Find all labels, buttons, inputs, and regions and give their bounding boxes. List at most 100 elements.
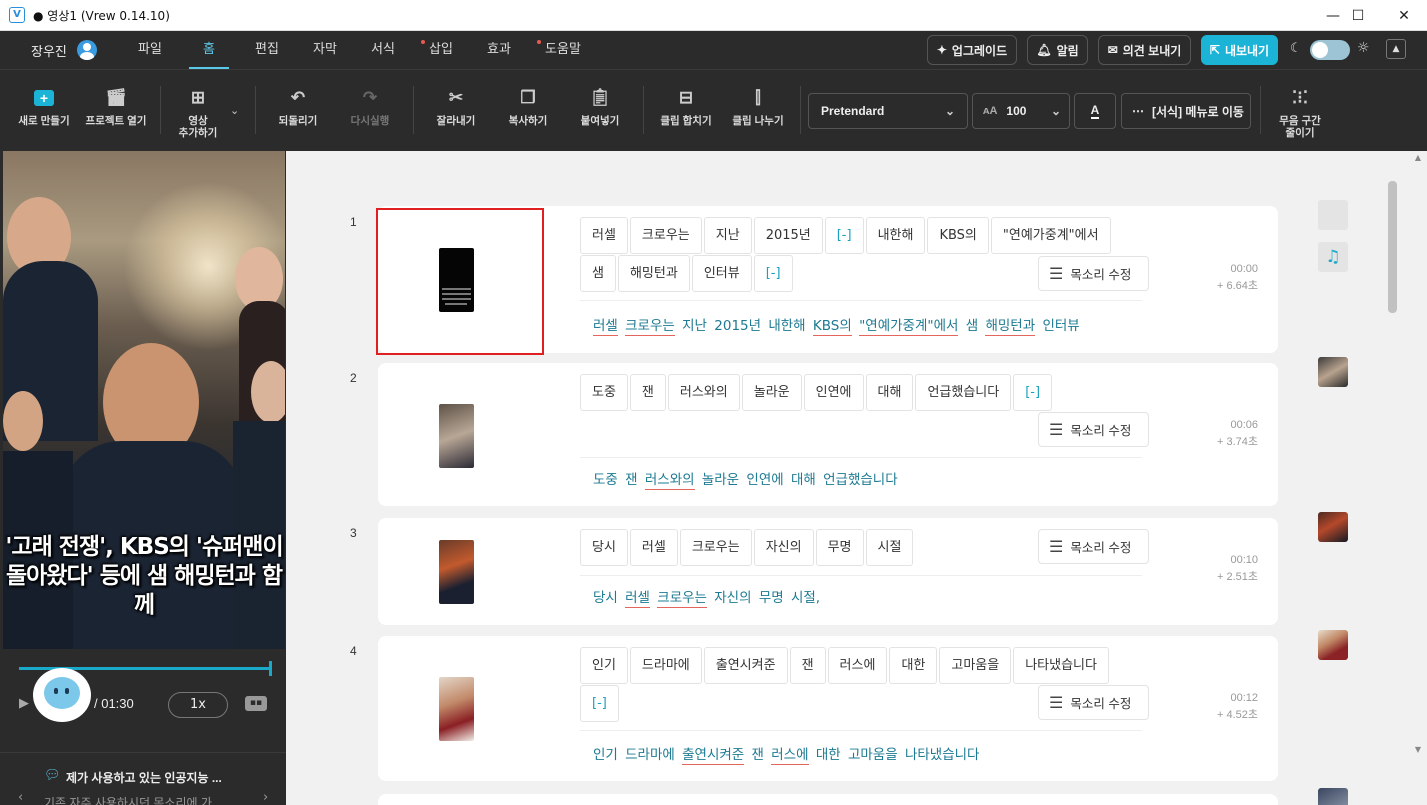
chatbot-button[interactable] (33, 668, 91, 722)
word-chip[interactable]: 지난 (703, 217, 752, 254)
close-button[interactable]: ✕ (1381, 0, 1427, 31)
redo-button[interactable]: ↷ 다시실행 (342, 88, 398, 127)
word-chip[interactable]: 잰 (629, 374, 666, 411)
alerts-button[interactable]: 🔔︎ 알림 (1027, 35, 1088, 65)
paste-button[interactable]: 📋︎ 붙여넣기 (572, 88, 628, 127)
upgrade-button[interactable]: ✦ 업그레이드 (927, 35, 1017, 65)
word-chip[interactable]: 인기 (580, 647, 628, 684)
word-chip[interactable]: 놀라운 (741, 374, 802, 411)
side-thumbnail[interactable] (1318, 512, 1348, 542)
music-note-icon[interactable]: ♫ (1318, 242, 1348, 272)
word-chip[interactable]: 대한 (889, 647, 938, 684)
voice-edit-button[interactable]: ☰ 목소리 수정 (1038, 685, 1149, 720)
word-chip[interactable]: KBS의 (927, 217, 989, 254)
caption-toggle-icon[interactable]: ▪▪ (245, 696, 267, 711)
voice-edit-button[interactable]: ☰ 목소리 수정 (1038, 256, 1149, 291)
scroll-up-arrow[interactable]: ▲ (1412, 153, 1424, 165)
word-chip[interactable]: 인연에 (803, 374, 864, 411)
word-chip[interactable]: 해밍턴과 (617, 255, 690, 292)
word-chip[interactable]: 고마움을 (939, 647, 1012, 684)
clip-thumbnail[interactable] (439, 248, 474, 312)
word-chip[interactable]: 자신의 (753, 529, 814, 566)
tab-file[interactable]: 파일 (133, 31, 167, 69)
split-clip-button[interactable]: ⫿ 클립 나누기 (728, 88, 788, 127)
ai-notice-panel[interactable]: 💬︎ 제가 사용하고 있는 인공지능 ... ‹ 기존 자주 사용하시던 목소리… (0, 752, 286, 805)
silence-chip[interactable]: [-] (824, 217, 864, 254)
maximize-button[interactable]: ☐ (1335, 0, 1381, 31)
word-chip[interactable]: 나타냈습니다 (1013, 647, 1109, 684)
word-chip[interactable]: 잰 (789, 647, 826, 684)
tab-help[interactable]: 도움말 (537, 31, 585, 69)
clip-card[interactable] (378, 794, 1278, 805)
playback-speed-button[interactable]: 1x (168, 692, 228, 718)
scrollbar-thumb[interactable] (1388, 181, 1397, 313)
word-chip[interactable]: 러셀 (629, 529, 678, 566)
clip-card[interactable]: 도중 잰 러스와의 놀라운 인연에 대해 언급했습니다 [-] ☰ 목소리 수정… (378, 363, 1278, 506)
reduce-silence-button[interactable]: ⁚⁝⁚ 무음 구간 줄이기 (1270, 88, 1330, 139)
voice-edit-button[interactable]: ☰ 목소리 수정 (1038, 529, 1149, 564)
merge-clip-button[interactable]: ⊟ 클립 합치기 (656, 88, 716, 127)
word-chip[interactable]: 당시 (580, 529, 628, 566)
chevron-left-icon[interactable]: ‹ (18, 790, 23, 805)
tab-subtitle[interactable]: 자막 (309, 31, 341, 69)
side-thumbnail[interactable] (1318, 788, 1348, 805)
feedback-button[interactable]: ✉ 의견 보내기 (1098, 35, 1191, 65)
undo-button[interactable]: ↶ 되돌리기 (270, 88, 326, 127)
silence-chip[interactable]: [-] (1013, 374, 1053, 411)
word-chip[interactable]: 크로우는 (629, 217, 702, 254)
tab-insert[interactable]: 삽입 (421, 31, 457, 69)
word-chip[interactable]: 크로우는 (679, 529, 752, 566)
export-button[interactable]: ⇱ 내보내기 (1201, 35, 1278, 65)
clip-thumbnail[interactable] (439, 677, 474, 741)
word-chip[interactable]: 러스에 (827, 647, 888, 684)
tab-edit[interactable]: 편집 (251, 31, 283, 69)
word-chip[interactable]: "연예가중계"에서 (990, 217, 1111, 254)
theme-toggle[interactable] (1310, 40, 1350, 60)
copy-button[interactable]: ❐ 복사하기 (500, 88, 556, 127)
word-chip[interactable]: 언급했습니다 (915, 374, 1012, 411)
clip-card[interactable]: 러셀 크로우는 지난 2015년 [-] 내한해 KBS의 "연예가중계"에서 … (376, 206, 1278, 355)
word-chip[interactable]: 러스와의 (667, 374, 740, 411)
silence-chip[interactable]: [-] (580, 685, 619, 722)
clip-subtitle[interactable]: 러셀 크로우는 지난 2015년 내한해 KBS의 "연예가중계"에서 샘 해밍… (593, 314, 1080, 336)
side-thumbnail[interactable] (1318, 630, 1348, 660)
word-chip[interactable]: 러셀 (580, 217, 628, 254)
format-menu-button[interactable]: ⋯ [서식] 메뉴로 이동 (1121, 93, 1251, 129)
word-chip[interactable]: 샘 (580, 255, 616, 292)
user-account[interactable]: 장우진 (31, 40, 97, 60)
clip-card[interactable]: 당시 러셀 크로우는 자신의 무명 시절 ☰ 목소리 수정 00:10 + 2.… (378, 518, 1278, 625)
tab-home[interactable]: 홈 (189, 31, 229, 69)
text-color-button[interactable]: A (1074, 93, 1116, 129)
word-chip[interactable]: 드라마에 (629, 647, 702, 684)
chevron-right-icon[interactable]: › (263, 790, 268, 805)
tab-format[interactable]: 서식 (367, 31, 399, 69)
clip-thumbnail[interactable] (439, 404, 474, 468)
side-blank-thumbnail[interactable] (1318, 200, 1348, 230)
word-chip[interactable]: 2015년 (753, 217, 823, 254)
side-thumbnail[interactable] (1318, 357, 1348, 387)
word-chip[interactable]: 대해 (865, 374, 914, 411)
word-chip[interactable]: 도중 (580, 374, 628, 411)
new-project-button[interactable]: + 새로 만들기 (14, 88, 74, 127)
voice-edit-button[interactable]: ☰ 목소리 수정 (1038, 412, 1149, 447)
cut-button[interactable]: ✂ 잘라내기 (428, 88, 484, 127)
word-chip[interactable]: 시절 (865, 529, 914, 566)
seek-handle[interactable] (269, 661, 272, 676)
collapse-ribbon-button[interactable]: ▲ (1386, 39, 1406, 59)
scroll-down-arrow[interactable]: ▼ (1412, 745, 1424, 757)
word-chip[interactable]: 인터뷰 (691, 255, 752, 292)
silence-chip[interactable]: [-] (753, 255, 793, 292)
clip-subtitle[interactable]: 당시 러셀 크로우는 자신의 무명 시절, (593, 586, 820, 608)
tab-effects[interactable]: 효과 (483, 31, 515, 69)
font-select[interactable]: Pretendard ⌄ (808, 93, 968, 129)
open-project-button[interactable]: 🎬︎ 프로젝트 열기 (82, 88, 150, 127)
chevron-down-icon[interactable]: ⌄ (230, 104, 239, 117)
word-chip[interactable]: 내한해 (865, 217, 926, 254)
word-chip[interactable]: 무명 (815, 529, 864, 566)
clip-thumbnail[interactable] (439, 540, 474, 604)
word-chip[interactable]: 출연시켜준 (703, 647, 788, 684)
clip-card[interactable]: 인기 드라마에 출연시켜준 잰 러스에 대한 고마움을 나타냈습니다 [-] ☰… (378, 636, 1278, 781)
clip-subtitle[interactable]: 도중 잰 러스와의 놀라운 인연에 대해 언급했습니다 (593, 468, 898, 490)
play-icon[interactable]: ▶ (19, 696, 29, 711)
font-size-select[interactable]: ᴀA 100 ⌄ (972, 93, 1070, 129)
